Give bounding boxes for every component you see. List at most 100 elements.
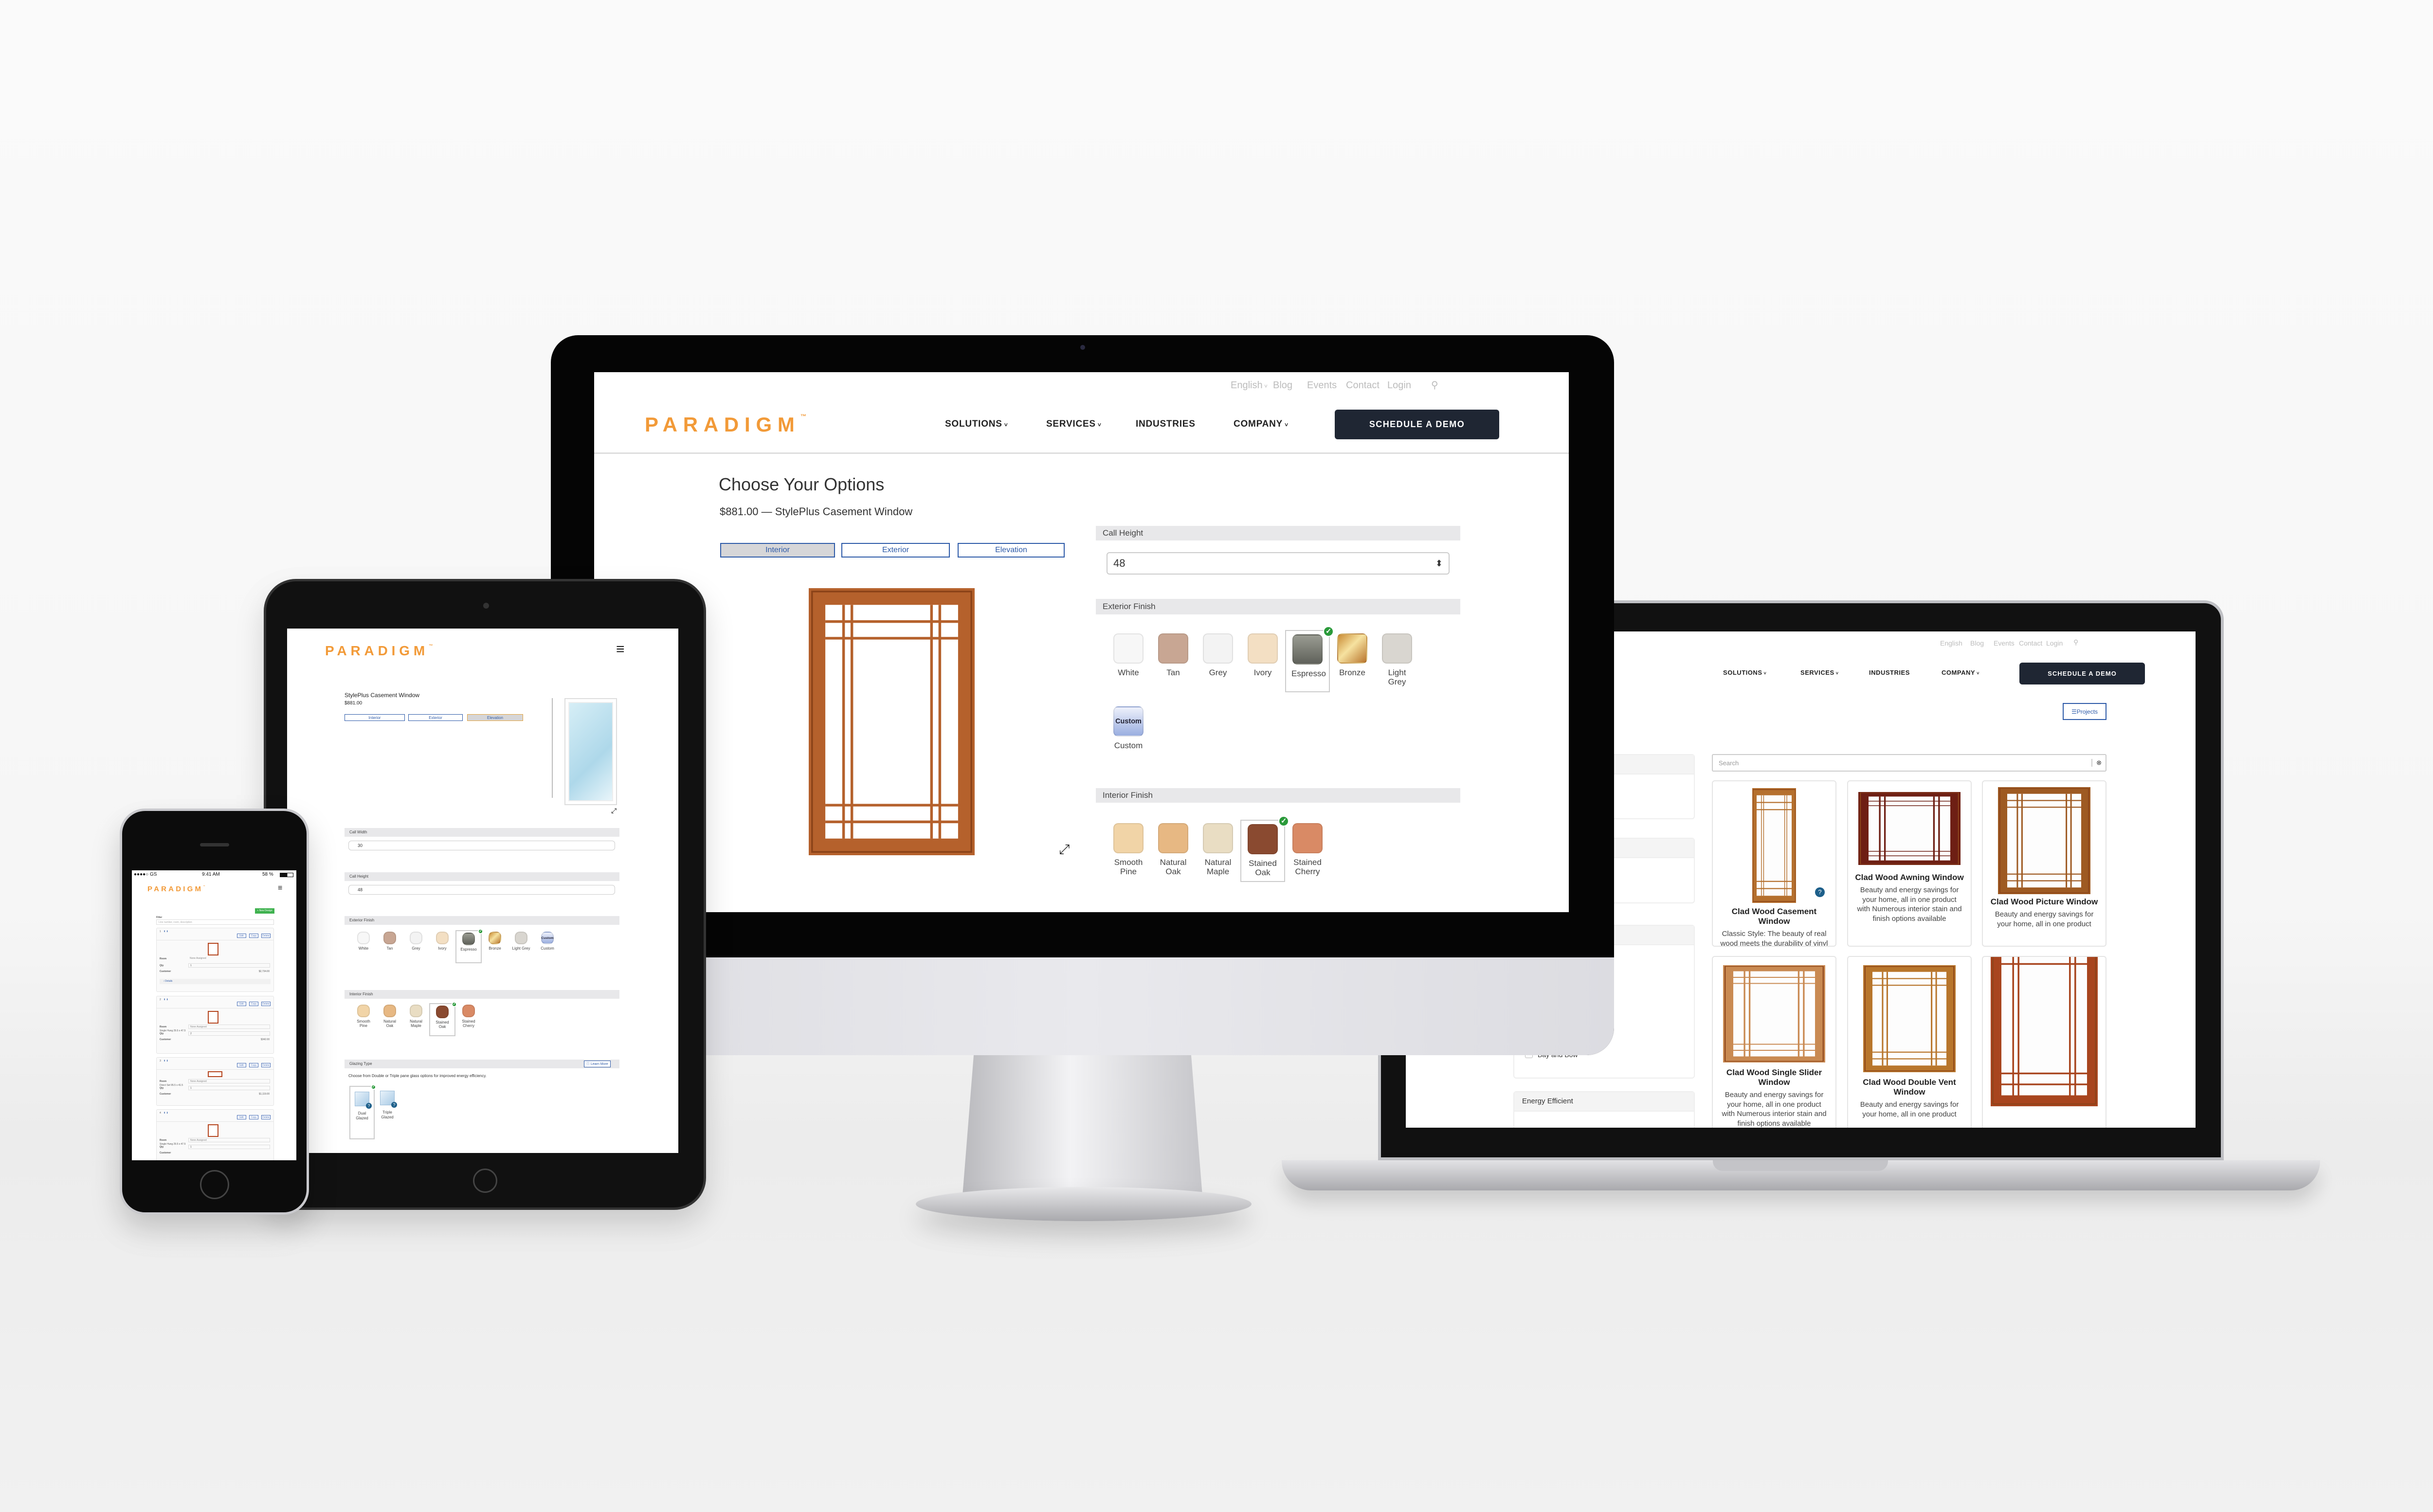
- exterior-swatch-custom[interactable]: Custom Custom: [1106, 703, 1151, 765]
- reorder-arrows-icon[interactable]: ⬆ ⬇: [163, 1060, 168, 1062]
- qty-input[interactable]: 1: [188, 1145, 270, 1149]
- hamburger-menu-icon[interactable]: ≡: [278, 884, 282, 893]
- nav-services[interactable]: SERVICES ˅: [1046, 419, 1102, 430]
- call-width-input[interactable]: 30: [348, 841, 615, 850]
- clear-search-icon[interactable]: ⊗: [2091, 759, 2106, 767]
- home-button[interactable]: [473, 1169, 497, 1193]
- interior-swatch-natural-maple[interactable]: Natural Maple: [1196, 820, 1240, 882]
- product-card[interactable]: Clad Wood Double Vent Window Beauty and e…: [1847, 956, 1972, 1128]
- delete-button[interactable]: Delete: [261, 1115, 271, 1119]
- utility-link-contact[interactable]: Contact: [1346, 380, 1380, 391]
- interior-swatch-smooth-pine[interactable]: Smooth Pine: [1106, 820, 1151, 882]
- delete-button[interactable]: Delete: [261, 1063, 271, 1067]
- hamburger-menu-icon[interactable]: ≡: [616, 641, 625, 658]
- utility-link-blog[interactable]: Blog: [1273, 380, 1292, 391]
- view-tab-exterior[interactable]: Exterior: [408, 714, 463, 721]
- tablet-exterior-swatch-light-grey[interactable]: Light Grey: [508, 930, 534, 963]
- view-tab-interior[interactable]: Interior: [720, 543, 835, 558]
- tablet-exterior-swatch-custom[interactable]: Custom Custom: [534, 930, 561, 963]
- exterior-swatch-light-grey[interactable]: Light Grey: [1375, 630, 1419, 692]
- search-icon[interactable]: ⚲: [1431, 379, 1438, 391]
- schedule-demo-button[interactable]: SCHEDULE A DEMO: [2019, 663, 2145, 684]
- glazing-option[interactable]: ? Dual Glazed ✓: [349, 1084, 376, 1139]
- reorder-arrows-icon[interactable]: ⬆ ⬇: [163, 1112, 168, 1115]
- reorder-arrows-icon[interactable]: ⬆ ⬇: [163, 998, 168, 1001]
- delete-button[interactable]: Delete: [261, 934, 271, 938]
- qty-input[interactable]: 1: [188, 963, 270, 968]
- product-card[interactable]: ? Clad Wood Casement Window Classic Style:…: [1712, 780, 1836, 947]
- copy-button[interactable]: Copy: [249, 1002, 258, 1006]
- edit-button[interactable]: Edit: [237, 1115, 246, 1119]
- exterior-swatch-grey[interactable]: Grey: [1196, 630, 1240, 692]
- copy-button[interactable]: Copy: [249, 934, 258, 938]
- nav-industries[interactable]: INDUSTRIES: [1136, 419, 1196, 430]
- edit-button[interactable]: Edit: [237, 934, 246, 938]
- tablet-exterior-swatch-ivory[interactable]: Ivory: [429, 930, 455, 963]
- nav-company[interactable]: COMPANY ˅: [1942, 669, 1979, 676]
- tablet-exterior-swatch-white[interactable]: White: [350, 930, 377, 963]
- utility-link-english[interactable]: English ˅: [1231, 380, 1268, 391]
- room-value[interactable]: None Assigned: [188, 1025, 270, 1029]
- view-tab-interior[interactable]: Interior: [345, 714, 405, 721]
- utility-link-blog[interactable]: Blog: [1970, 639, 1984, 647]
- projects-button[interactable]: ☰ Projects: [2063, 703, 2106, 720]
- nav-company[interactable]: COMPANY ˅: [1234, 419, 1289, 430]
- search-input[interactable]: Search ⊗: [1712, 754, 2106, 772]
- help-icon[interactable]: ?: [391, 1102, 397, 1108]
- new-design-button[interactable]: + New Design: [255, 908, 274, 914]
- tablet-exterior-swatch-grey[interactable]: Grey: [403, 930, 429, 963]
- view-tab-elevation[interactable]: Elevation: [467, 714, 523, 721]
- product-card[interactable]: Clad Wood Single Slider Window Beauty and…: [1712, 956, 1836, 1128]
- view-tab-exterior[interactable]: Exterior: [841, 543, 950, 558]
- reorder-arrows-icon[interactable]: ⬆ ⬇: [163, 930, 168, 933]
- tablet-interior-swatch-natural-maple[interactable]: Natural Maple: [403, 1003, 429, 1036]
- copy-button[interactable]: Copy: [249, 1063, 258, 1067]
- tablet-exterior-swatch-tan[interactable]: Tan: [377, 930, 403, 963]
- tablet-interior-swatch-smooth-pine[interactable]: Smooth Pine: [350, 1003, 377, 1036]
- nav-solutions[interactable]: SOLUTIONS ˅: [1723, 669, 1766, 676]
- glazing-option[interactable]: ? Triple Glazed: [375, 1086, 400, 1139]
- qty-input[interactable]: 2: [188, 1031, 270, 1036]
- call-height-input[interactable]: 48: [348, 885, 615, 895]
- help-icon[interactable]: ?: [1815, 887, 1825, 897]
- utility-link-login[interactable]: Login: [1387, 380, 1411, 391]
- view-tab-elevation[interactable]: Elevation: [958, 543, 1065, 558]
- tablet-interior-swatch-stained-cherry[interactable]: Stained Cherry: [455, 1003, 482, 1036]
- delete-button[interactable]: Delete: [261, 1002, 271, 1006]
- interior-swatch-stained-oak[interactable]: Stained Oak ✓: [1240, 815, 1289, 882]
- nav-industries[interactable]: INDUSTRIES: [1869, 669, 1910, 676]
- call-height-select[interactable]: 48 ⬍: [1107, 552, 1450, 575]
- edit-button[interactable]: Edit: [237, 1002, 246, 1006]
- tablet-interior-swatch-stained-oak[interactable]: Stained Oak ✓: [429, 1002, 457, 1036]
- utility-link-english[interactable]: English: [1940, 639, 1962, 647]
- schedule-demo-button[interactable]: SCHEDULE A DEMO: [1335, 410, 1499, 439]
- utility-link-contact[interactable]: Contact: [2019, 639, 2042, 647]
- product-card[interactable]: Clad Wood Picture Window Beauty and energ…: [1982, 780, 2106, 947]
- utility-link-login[interactable]: Login: [2046, 639, 2063, 647]
- qty-input[interactable]: 1: [188, 1086, 270, 1090]
- nav-solutions[interactable]: SOLUTIONS ˅: [945, 419, 1008, 430]
- search-icon[interactable]: ⚲: [2073, 638, 2078, 647]
- expand-icon[interactable]: ⤢: [1059, 842, 1070, 858]
- utility-link-events[interactable]: Events: [1994, 639, 2015, 647]
- exterior-swatch-espresso[interactable]: Espresso ✓: [1285, 626, 1334, 692]
- interior-swatch-stained-cherry[interactable]: Stained Cherry: [1285, 820, 1330, 882]
- expand-icon[interactable]: ⤢: [611, 807, 617, 815]
- edit-button[interactable]: Edit: [237, 1063, 246, 1067]
- filter-input[interactable]: Line number, room, description: [156, 919, 274, 925]
- exterior-swatch-bronze[interactable]: Bronze: [1330, 630, 1375, 692]
- room-value[interactable]: None Assigned: [188, 1079, 270, 1083]
- learn-more-button[interactable]: ⓘ Learn More: [584, 1061, 611, 1067]
- product-card[interactable]: [1982, 956, 2106, 1128]
- exterior-swatch-ivory[interactable]: Ivory: [1240, 630, 1285, 692]
- copy-button[interactable]: Copy: [249, 1115, 258, 1119]
- exterior-swatch-white[interactable]: White: [1106, 630, 1151, 692]
- product-card[interactable]: Clad Wood Awning Window Beauty and energy…: [1847, 780, 1972, 947]
- interior-swatch-natural-oak[interactable]: Natural Oak: [1151, 820, 1196, 882]
- nav-services[interactable]: SERVICES ˅: [1800, 669, 1838, 676]
- room-value[interactable]: None Assigned: [188, 1138, 270, 1142]
- help-icon[interactable]: ?: [366, 1103, 372, 1109]
- tablet-interior-swatch-natural-oak[interactable]: Natural Oak: [377, 1003, 403, 1036]
- home-button[interactable]: [200, 1170, 229, 1199]
- exterior-swatch-tan[interactable]: Tan: [1151, 630, 1196, 692]
